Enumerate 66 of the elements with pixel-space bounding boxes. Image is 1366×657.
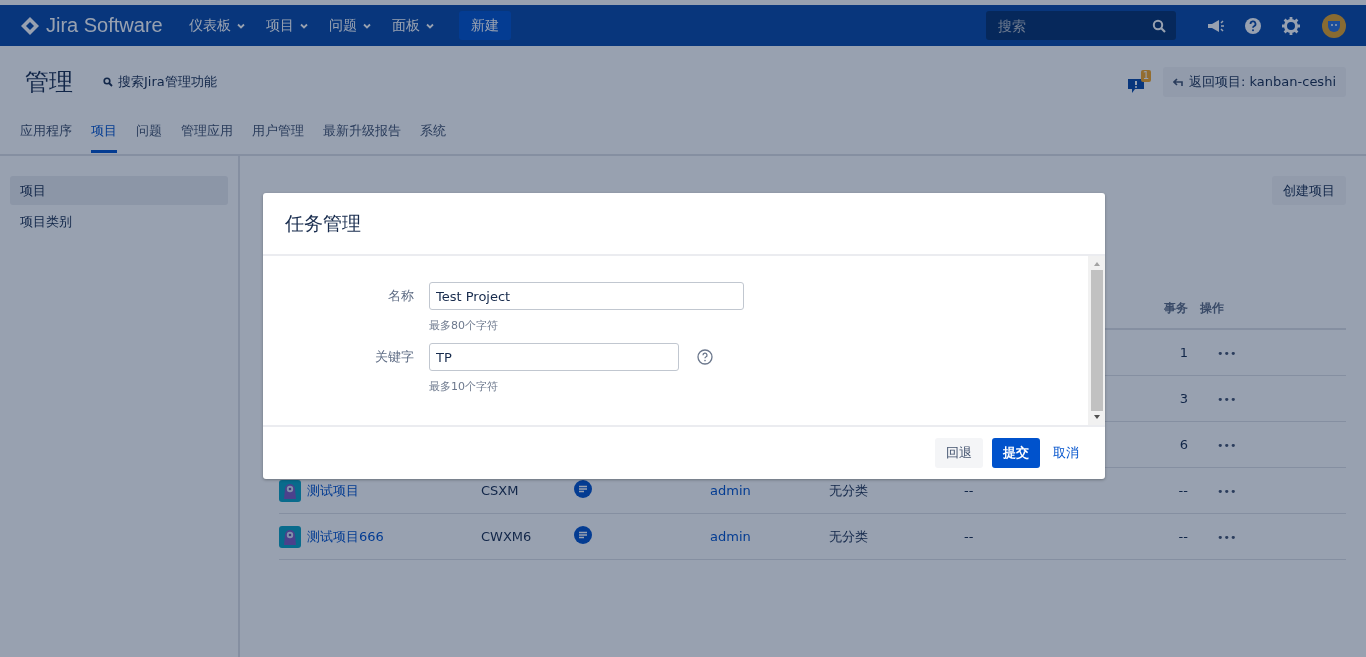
table-cell-text: -- [1177, 529, 1188, 544]
admin-tab[interactable]: 用户管理 [252, 118, 304, 153]
table-cell-text: CSXM [481, 483, 520, 498]
field-hint: 最多10个字符 [429, 379, 499, 394]
back-arrow-icon [1173, 77, 1184, 87]
field-hint: 最多80个字符 [429, 318, 499, 333]
more-actions-button[interactable]: ••• [1188, 347, 1237, 360]
nav-menu[interactable]: 面板 [383, 16, 443, 35]
column-header: 操作 [1199, 300, 1225, 317]
nav-menu[interactable]: 问题 [320, 16, 380, 35]
input-field[interactable]: Test Project [429, 282, 744, 310]
search-icon [103, 77, 113, 87]
nav-menu[interactable]: 仪表板 [180, 16, 254, 35]
user-link[interactable]: admin [710, 529, 829, 544]
table-cell-text: -- [964, 483, 975, 498]
input-field[interactable]: TP [429, 343, 679, 371]
table-cell-text: 3 [1178, 391, 1188, 406]
field-label: 名称 [387, 287, 414, 305]
table-cell-text: 无分类 [829, 527, 869, 546]
admin-tab[interactable]: 项目 [91, 118, 117, 153]
search-field[interactable]: 搜索 [996, 16, 1152, 35]
create-project-button[interactable]: 创建项目 [1272, 176, 1346, 205]
admin-search-link[interactable]: 搜索Jira管理功能 [103, 73, 217, 91]
table-cell-text: 无分类 [829, 481, 869, 500]
back-to-project-button[interactable]: 返回项目: kanban-ceshi [1163, 67, 1346, 97]
project-link[interactable]: 测试项目666 [307, 527, 384, 546]
table-cell-text: -- [964, 529, 975, 544]
settings-icon[interactable] [1282, 16, 1300, 35]
user-avatar[interactable] [1322, 13, 1346, 38]
dialog-title: 任务管理 [285, 210, 361, 236]
field-label: 关键字 [374, 348, 414, 366]
admin-tab[interactable]: 应用程序 [20, 118, 72, 153]
scrollbar[interactable] [1088, 256, 1105, 425]
project-avatar-icon [279, 479, 301, 502]
admin-tab[interactable]: 最新升级报告 [323, 118, 401, 153]
help-icon[interactable] [697, 349, 713, 365]
help-icon[interactable] [1244, 16, 1262, 35]
sidebar-item[interactable]: 项目 [10, 176, 228, 205]
create-button[interactable]: 新建 [458, 11, 511, 40]
admin-tab[interactable]: 管理应用 [181, 118, 233, 153]
user-link[interactable]: admin [710, 483, 829, 498]
page-title: 管理 [25, 67, 73, 98]
table-cell-text: 1 [1178, 345, 1188, 360]
nav-menu[interactable]: 项目 [257, 16, 317, 35]
more-actions-button[interactable]: ••• [1188, 439, 1237, 452]
search-box[interactable]: 搜索 [986, 11, 1176, 40]
scroll-down-icon[interactable] [1092, 413, 1101, 421]
jira-logo[interactable]: Jira Software [20, 14, 163, 37]
search-icon[interactable] [1152, 18, 1166, 33]
project-link[interactable]: 测试项目 [307, 481, 359, 500]
more-actions-button[interactable]: ••• [1188, 531, 1237, 544]
more-actions-button[interactable]: ••• [1188, 393, 1237, 406]
table-cell-text: CWXM6 [481, 529, 533, 544]
more-actions-button[interactable]: ••• [1188, 485, 1237, 498]
project-avatar-icon [279, 525, 301, 548]
project-type-icon [574, 526, 592, 544]
table-cell-text: 6 [1178, 437, 1188, 452]
column-header: 事务 [1163, 300, 1188, 317]
megaphone-icon[interactable] [1206, 17, 1224, 34]
admin-tab[interactable]: 问题 [136, 118, 162, 153]
table-cell-text: -- [1177, 483, 1188, 498]
dialog-button[interactable]: 回退 [935, 438, 983, 468]
cancel-link[interactable]: 取消 [1049, 438, 1083, 468]
sidebar-item[interactable]: 项目类别 [10, 207, 228, 236]
dialog-button[interactable]: 提交 [992, 438, 1040, 468]
admin-tab[interactable]: 系统 [420, 118, 446, 153]
